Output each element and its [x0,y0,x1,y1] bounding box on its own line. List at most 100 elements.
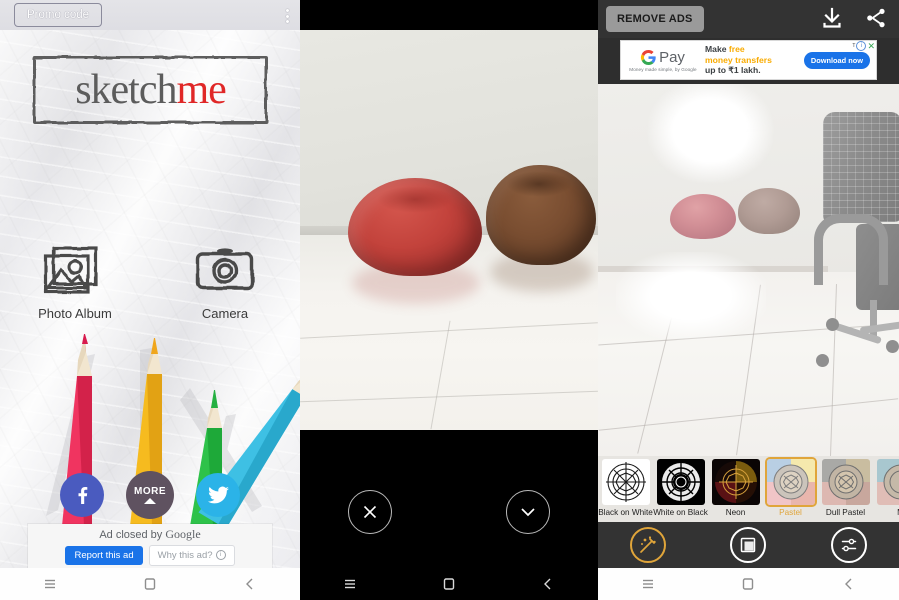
sketch-chair-caster [816,354,829,367]
info-icon: i [215,550,226,560]
filter-preview-icon [714,461,757,503]
menu-icon[interactable] [640,576,656,592]
report-this-ad-button[interactable]: Report this ad [65,545,143,565]
confirm-button[interactable] [506,490,550,534]
back-chevron-icon[interactable] [841,576,857,592]
photo-album-label: Photo Album [38,306,112,321]
remove-ads-button[interactable]: REMOVE ADS [606,6,704,32]
chair-mesh-texture [823,112,899,222]
ad-closed-unit: Ad closed by Google Report this ad Why t… [28,524,272,568]
gpay-logo-row: Pay [641,49,685,66]
ad-close-icon[interactable]: ✕ [867,42,875,51]
camera-icon [196,248,254,290]
filter-preview-icon [821,459,870,505]
ad-closed-prefix: Ad closed by [99,528,166,541]
android-navbar-panel3 [598,568,899,600]
gpay-wordmark: Pay [659,48,685,66]
menu-icon[interactable] [42,576,58,592]
home-topbar: Promo code [0,0,300,30]
ad-headline-plain: Make [705,44,729,55]
preview-top-letterbox [300,0,598,30]
back-chevron-icon[interactable] [242,576,258,592]
cancel-button[interactable] [348,490,392,534]
why-this-ad-button[interactable]: Why this ad? i [148,544,235,566]
filter-item-selected[interactable]: Pastel [763,456,818,517]
ad-badges: T i ✕ [852,41,875,51]
filter-item[interactable]: White on Black [653,456,708,517]
why-this-ad-label: Why this ad? [157,549,213,561]
ad-headline-line3: up to ₹1 lakh. [705,65,761,76]
share-icon[interactable] [865,7,887,29]
preview-action-row [300,490,598,535]
filter-preview-icon [661,463,700,501]
source-choosers: Photo Album Camera [0,238,300,321]
filter-thumbnail [711,459,760,505]
camera-label: Camera [201,306,249,321]
ad-closed-text: Ad closed by Google [99,527,200,542]
adjust-tool[interactable] [830,527,867,563]
frame-tool[interactable] [730,527,767,563]
home-square-icon[interactable] [441,576,457,592]
filter-label: Neon [725,508,746,517]
promo-code-button[interactable]: Promo code [14,3,103,27]
facebook-icon [78,486,88,504]
twitter-share-button[interactable] [196,473,240,517]
editor-toolbar [598,522,899,568]
home-square-icon[interactable] [142,576,158,592]
three-panel-screenshot: Promo code sketch me Photo Album Camera … [0,0,899,600]
filter-label: Dull Pastel [825,508,866,517]
sketch-canvas[interactable] [598,84,899,456]
kebab-menu-icon[interactable] [285,9,289,23]
filter-thumbnail [601,459,650,505]
frame-square-icon [741,537,756,553]
filter-item[interactable]: Dull Pastel [818,456,873,517]
google-g-icon [641,49,656,65]
android-navbar-panel2 [300,568,598,600]
sketch-chair-arm [814,214,888,285]
close-x-icon [363,505,377,519]
download-icon[interactable] [821,7,843,29]
facebook-share-button[interactable] [60,473,104,517]
sketch-chair-caster [826,318,839,331]
panel-sketch-editor: REMOVE ADS Pay Money made simple, by Goo… [598,0,899,600]
filter-item[interactable]: Neon [708,456,763,517]
chevron-down-check-icon [521,508,535,517]
ad-closed-brand: Google [165,526,201,541]
filter-thumbnail [766,459,815,505]
filter-preview-icon [876,459,899,505]
effects-wand-tool[interactable] [630,527,667,563]
ad-closed-actions: Report this ad Why this ad? i [65,544,235,566]
logo-text-sketch: sketch [75,67,177,113]
sliders-icon [841,538,857,552]
ad-headline-line2: money transfers [705,54,772,65]
filter-strip[interactable]: Black on White White on Black Neon Paste… [598,456,899,522]
filter-thumbnail [876,459,899,505]
logo-text: sketch me [33,56,268,124]
editor-topbar-actions [821,7,887,29]
ad-badge-t: T [852,43,856,49]
filter-preview-icon [766,459,815,505]
caret-up-icon [144,498,156,504]
ad-cta-button[interactable]: Download now [803,51,870,69]
app-logo: sketch me [33,56,268,124]
gpay-tagline: Money made simple, by Google [629,66,697,72]
home-square-icon[interactable] [740,576,756,592]
google-ad-banner[interactable]: Pay Money made simple, by Google Make fr… [620,40,877,80]
ad-headline-accent1: free [728,44,745,55]
filter-label: Pastel [779,508,802,517]
filter-label: White on Black [653,508,708,517]
logo-text-me: me [176,67,226,113]
back-chevron-icon[interactable] [540,576,556,592]
camera-button[interactable]: Camera [175,238,275,321]
editor-topbar: REMOVE ADS [598,0,899,38]
bean-bag-red [348,178,482,276]
sketch-bean-bag-pink [670,194,736,239]
filter-item[interactable]: M [873,456,899,517]
filter-thumbnail [821,459,870,505]
photo-album-button[interactable]: Photo Album [25,238,125,321]
menu-icon[interactable] [342,576,358,592]
more-share-button[interactable]: MORE [126,471,174,519]
filter-item[interactable]: Black on White [598,456,653,517]
ad-info-icon[interactable]: i [856,41,867,51]
sketch-floor-glare [616,252,766,340]
